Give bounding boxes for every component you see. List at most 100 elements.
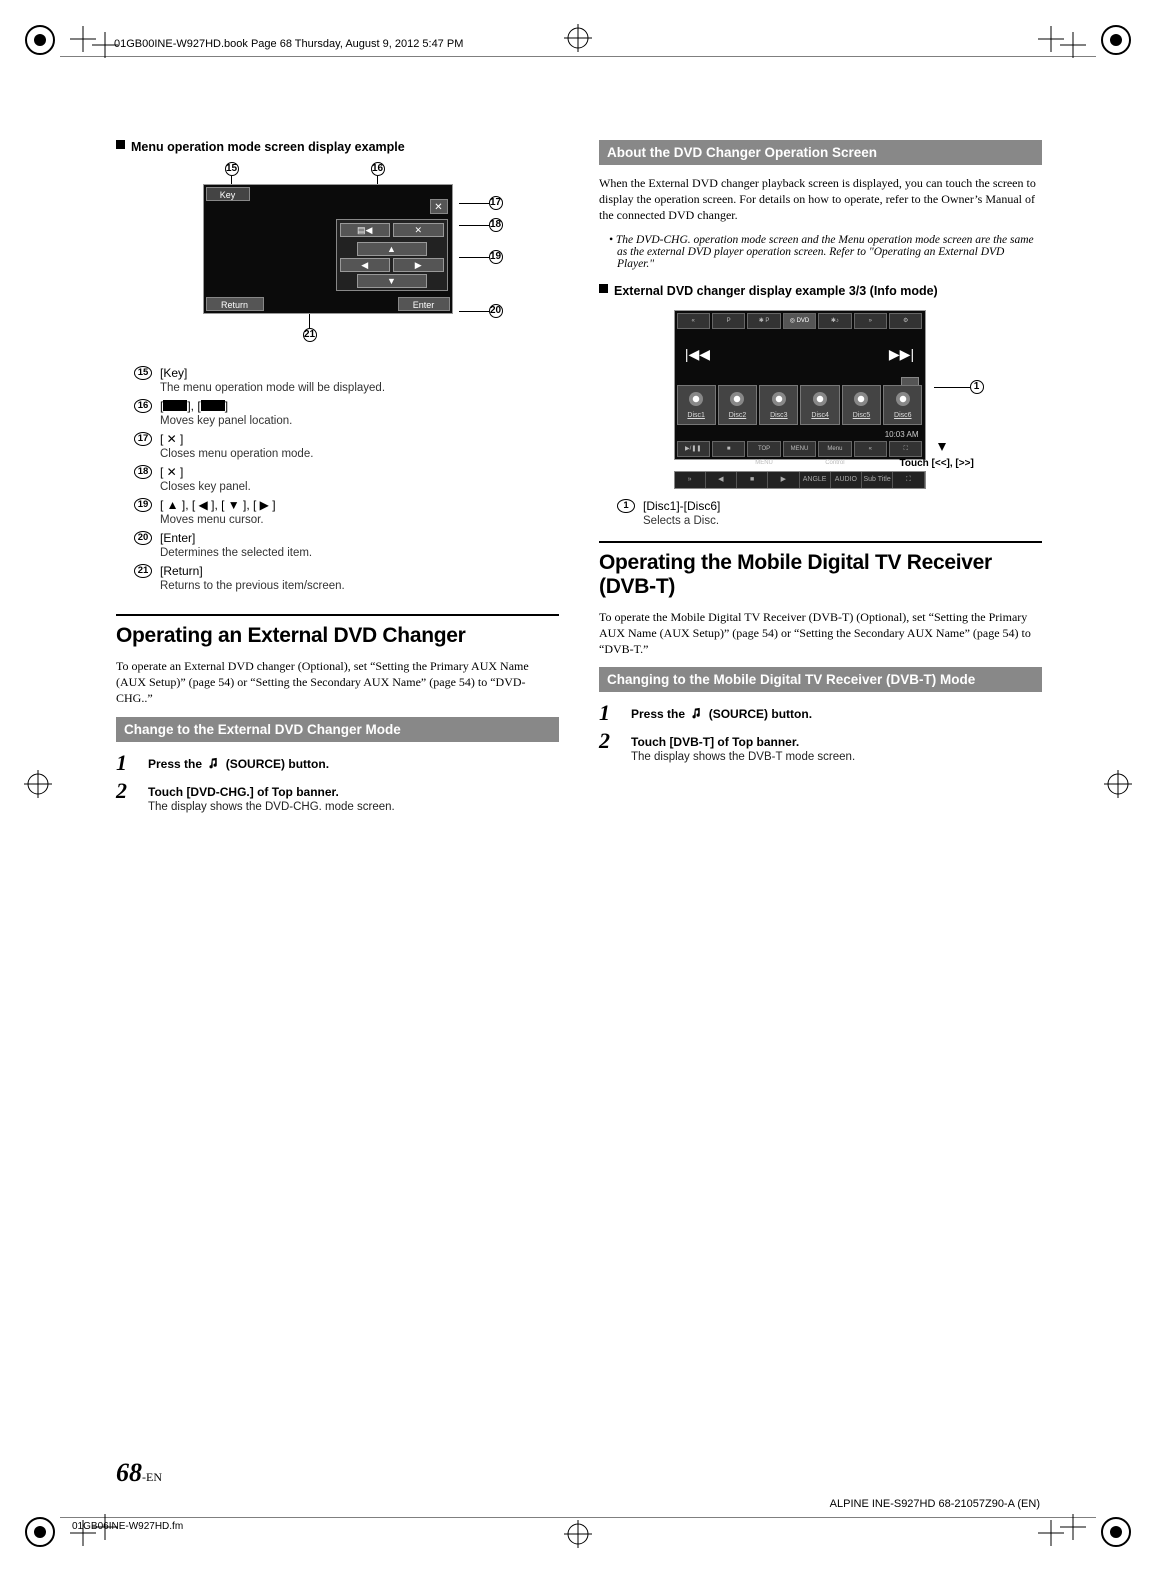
touchbar-btn[interactable]: ■: [737, 472, 768, 488]
step-body: Touch [DVB-T] of Top banner.The display …: [631, 730, 1042, 763]
subhead-text: Menu operation mode screen display examp…: [131, 140, 559, 154]
def-desc: Determines the selected item.: [160, 547, 559, 559]
menu-figure: 15 16 17 18 19 20 21 Key ✕ ▤◀✕ ▲ ◀▶ ▼: [173, 162, 503, 342]
step-body: Touch [DVD-CHG.] of Top banner.The displ…: [148, 780, 559, 813]
lead-18: [459, 225, 489, 226]
close-button[interactable]: ✕: [430, 199, 448, 214]
square-bullet-icon: [599, 284, 608, 293]
def-label: [ ✕ ]: [160, 432, 183, 446]
tab-pandora[interactable]: P PANDORA: [712, 313, 745, 329]
section-title-dvbt: Operating the Mobile Digital TV Receiver…: [599, 541, 1042, 599]
disc-button[interactable]: Disc2: [718, 385, 757, 425]
move-left-button[interactable]: ▤◀: [340, 223, 391, 237]
key-button[interactable]: Key: [206, 187, 250, 201]
touchbar-btn[interactable]: ANGLE: [800, 472, 831, 488]
crop-mark-tl: [20, 20, 60, 60]
tab-gear[interactable]: ⚙: [889, 313, 922, 329]
prev-button[interactable]: |◀◀: [681, 339, 715, 369]
touch-bar: » ◀ ■ ▶ ANGLE AUDIO Sub Title ⛶: [674, 471, 926, 489]
hairline-bottom: [60, 1517, 1096, 1518]
move-left-icon: [163, 400, 187, 411]
subhead-external-dvd: External DVD changer display example 3/3…: [599, 284, 1042, 298]
lead-20: [459, 311, 489, 312]
reg-mark-r: [1104, 770, 1132, 798]
section-para-2: To operate the Mobile Digital TV Receive…: [599, 609, 1042, 658]
cursor-up-button[interactable]: ▲: [357, 242, 427, 256]
enter-button[interactable]: Enter: [398, 297, 450, 311]
key-panel: ▤◀✕ ▲ ◀▶ ▼: [336, 219, 448, 291]
def-num: 17: [134, 432, 152, 446]
reg-top: [564, 24, 592, 52]
callout-20: 20: [489, 304, 503, 318]
section-para: To operate an External DVD changer (Opti…: [116, 658, 559, 707]
section-title-dvd-changer: Operating an External DVD Changer: [116, 614, 559, 648]
def-desc: Moves key panel location.: [160, 415, 559, 427]
screen-button[interactable]: ⛶: [889, 441, 922, 457]
cursor-left-button[interactable]: ◀: [340, 258, 391, 272]
play-pause-button[interactable]: ▶/❚❚: [677, 441, 710, 457]
touchbar-btn[interactable]: ◀: [706, 472, 737, 488]
step-num: 2: [116, 780, 138, 802]
cursor-right-button[interactable]: ▶: [393, 258, 444, 272]
def-label-mid: ], [: [187, 399, 200, 413]
square-bullet-icon: [116, 140, 125, 149]
lead-c1: [934, 387, 970, 388]
footer-id: ALPINE INE-S927HD 68-21057Z90-A (EN): [830, 1498, 1040, 1510]
disc-button[interactable]: Disc4: [800, 385, 839, 425]
touchbar-btn[interactable]: ⛶: [893, 472, 924, 488]
next-button[interactable]: ▶▶|: [885, 339, 919, 369]
def-label: [Enter]: [160, 531, 195, 545]
graybar-dvbt-mode: Changing to the Mobile Digital TV Receiv…: [599, 667, 1042, 692]
def-num: 15: [134, 366, 152, 380]
step-row: 1 Press the (SOURCE) button.: [599, 702, 1042, 724]
menu-screen: Key ✕ ▤◀✕ ▲ ◀▶ ▼ Return Enter: [203, 184, 453, 314]
return-button[interactable]: Return: [206, 297, 264, 311]
callout-17: 17: [489, 196, 503, 210]
disc-button[interactable]: Disc1: [677, 385, 716, 425]
def-desc: Selects a Disc.: [643, 515, 1042, 527]
def-num: 19: [134, 498, 152, 512]
collapse-button[interactable]: «: [854, 441, 887, 457]
lead-21: [309, 314, 310, 328]
bottom-row: ▶/❚❚ ■ TOP MENU MENU Menu Control « ⛶: [677, 441, 923, 457]
callout-15: 15: [225, 162, 239, 176]
touchbar-btn[interactable]: AUDIO: [831, 472, 862, 488]
def-desc: Closes menu operation mode.: [160, 448, 559, 460]
tab-siriusxm[interactable]: ✱ P SiriusXM: [747, 313, 780, 329]
step-row: 2 Touch [DVB-T] of Top banner.The displa…: [599, 730, 1042, 763]
italic-note: • The DVD-CHG. operation mode screen and…: [609, 234, 1042, 270]
crop-mark-tr: [1096, 20, 1136, 60]
tab-next[interactable]: »: [854, 313, 887, 329]
music-note-icon: [207, 757, 220, 770]
def-desc: Moves menu cursor.: [160, 514, 559, 526]
tab-bt-audio[interactable]: ✱♪ BLUETOOTH AUDIO: [818, 313, 851, 329]
stop-button[interactable]: ■: [712, 441, 745, 457]
def-desc: Closes key panel.: [160, 481, 559, 493]
cursor-down-button[interactable]: ▼: [357, 274, 427, 288]
disc-button[interactable]: Disc3: [759, 385, 798, 425]
panel-close-button[interactable]: ✕: [393, 223, 444, 237]
disc-button[interactable]: Disc6: [883, 385, 922, 425]
touchbar-btn[interactable]: »: [675, 472, 706, 488]
lead-17: [459, 203, 489, 204]
disc-button[interactable]: Disc5: [842, 385, 881, 425]
touchbar-btn[interactable]: ▶: [768, 472, 799, 488]
para-about: When the External DVD changer playback s…: [599, 175, 1042, 224]
subhead-text: External DVD changer display example 3/3…: [614, 284, 1042, 298]
reg-bot: [564, 1520, 592, 1548]
def-num: 16: [134, 399, 152, 413]
top-menu-button[interactable]: TOP MENU: [747, 441, 780, 457]
def-num: 20: [134, 531, 152, 545]
menu-control-button[interactable]: Menu Control: [818, 441, 851, 457]
tab-prev[interactable]: «: [677, 313, 710, 329]
tab-dvdchg[interactable]: ◎ DVD CHG: [783, 313, 816, 329]
callout-18: 18: [489, 218, 503, 232]
header-line: 01GB00INE-W927HD.book Page 68 Thursday, …: [114, 38, 463, 50]
footer-file: 01GB06INE-W927HD.fm: [72, 1521, 183, 1532]
step-sub: The display shows the DVD-CHG. mode scre…: [148, 801, 559, 813]
def-label: [Key]: [160, 366, 187, 380]
menu-button[interactable]: MENU: [783, 441, 816, 457]
def-num: 1: [617, 499, 635, 513]
touchbar-btn[interactable]: Sub Title: [862, 472, 893, 488]
reg-mark-l: [24, 770, 52, 798]
